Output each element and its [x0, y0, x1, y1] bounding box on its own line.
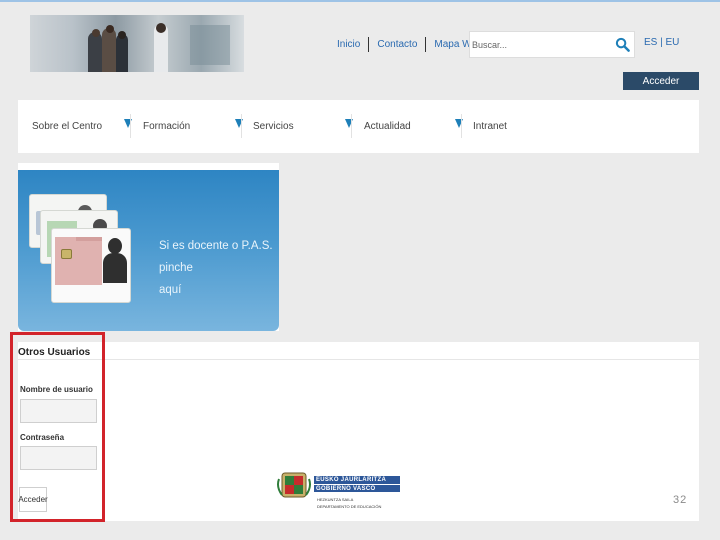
acceder-top-button[interactable]: Acceder [623, 72, 699, 90]
search-icon[interactable] [615, 37, 630, 52]
id-card-front [51, 228, 131, 303]
nav-item-formacion[interactable]: Formación [131, 100, 243, 153]
login-submit-button[interactable]: Acceder [18, 487, 48, 512]
top-border [0, 0, 720, 2]
nav-item-label: Formación [143, 121, 191, 132]
banner-line-1: Si es docente o P.A.S. pinche [159, 240, 273, 274]
gobierno-vasco-logo: EUSKO JAURLARITZA GOBIERNO VASCO HEZKUNT… [276, 471, 402, 511]
banner-text: Si es docente o P.A.S. pinche aquí [159, 235, 279, 301]
nav-item-label: Servicios [253, 121, 294, 132]
nav-item-intranet[interactable]: Intranet [462, 100, 572, 153]
top-links: Inicio Contacto Mapa Web [337, 37, 483, 52]
logo-line-2: GOBIERNO VASCO [314, 484, 400, 492]
nav-item-sobre-el-centro[interactable]: Sobre el Centro [18, 100, 132, 153]
nav-item-label: Sobre el Centro [32, 121, 103, 132]
coat-of-arms-icon [277, 472, 311, 498]
login-title: Otros Usuarios [18, 347, 91, 358]
nav-item-label: Actualidad [364, 121, 411, 132]
link-inicio[interactable]: Inicio [337, 39, 360, 50]
nav-item-actualidad[interactable]: Actualidad [352, 100, 463, 153]
language-switch[interactable]: ES | EU [644, 37, 679, 48]
nav-item-label: Intranet [473, 121, 507, 132]
docente-banner[interactable]: Si es docente o P.A.S. pinche aquí [18, 170, 279, 331]
link-separator [368, 37, 370, 52]
banner-line-2: aquí [159, 284, 182, 296]
search-input[interactable] [470, 32, 610, 57]
header-photo [30, 15, 244, 72]
logo-sub-1: HEZKUNTZA SAILA [317, 497, 354, 502]
logo-line-1: EUSKO JAURLARITZA [314, 476, 400, 484]
page-number: 32 [673, 494, 688, 506]
link-contacto[interactable]: Contacto [377, 39, 417, 50]
docente-banner-container: Si es docente o P.A.S. pinche aquí [18, 163, 279, 331]
username-field[interactable] [20, 399, 97, 423]
main-nav: Sobre el Centro Formación Servicios Actu… [18, 100, 699, 153]
logo-sub-2: DEPARTAMENTO DE EDUCACIÓN [317, 504, 382, 509]
nav-item-servicios[interactable]: Servicios [242, 100, 353, 153]
username-label: Nombre de usuario [20, 385, 93, 394]
password-label: Contraseña [20, 433, 65, 442]
login-divider [18, 359, 699, 360]
search-box [469, 31, 635, 58]
password-field[interactable] [20, 446, 97, 470]
link-separator [425, 37, 427, 52]
